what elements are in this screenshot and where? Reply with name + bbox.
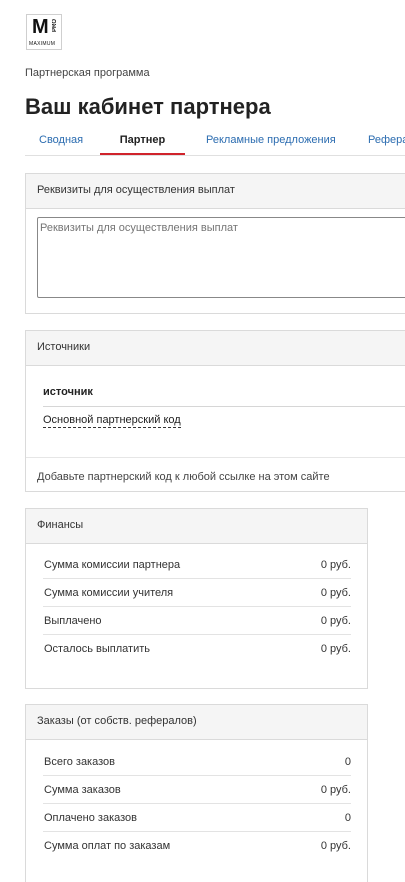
orders-panel-heading: Заказы (от собств. рефералов): [26, 705, 367, 740]
page-title: Ваш кабинет партнера: [25, 94, 271, 119]
orders-row: Всего заказов 0: [43, 748, 351, 776]
orders-row-value: 0: [344, 812, 351, 824]
orders-row-label: Оплачено заказов: [44, 812, 137, 824]
orders-row: Сумма заказов 0 руб.: [43, 776, 351, 804]
finance-row: Сумма комиссии учителя 0 руб.: [43, 579, 351, 607]
finance-row-label: Осталось выплатить: [44, 643, 150, 655]
breadcrumb[interactable]: Партнерская программа: [25, 67, 150, 79]
payout-panel: Реквизиты для осуществления выплат: [25, 173, 405, 314]
payout-panel-heading: Реквизиты для осуществления выплат: [26, 174, 405, 209]
logo-pro: PRO: [52, 19, 58, 33]
finance-row-value: 0 руб.: [320, 643, 351, 655]
maximum-pro-logo[interactable]: M PRO MAXIMUM: [26, 14, 62, 50]
tab-referrals[interactable]: Рефера: [368, 126, 405, 155]
tab-ad-offers[interactable]: Рекламные предложения: [206, 126, 336, 155]
finance-row-label: Выплачено: [44, 615, 102, 627]
sources-panel-heading: Источники: [26, 331, 405, 366]
finance-row-value: 0 руб.: [320, 587, 351, 599]
sources-column-header: источник: [43, 386, 93, 398]
finance-row-label: Сумма комиссии партнера: [44, 559, 181, 571]
orders-panel: Заказы (от собств. рефералов) Всего зака…: [25, 704, 368, 882]
orders-row: Сумма оплат по заказам 0 руб.: [43, 832, 351, 860]
orders-row-label: Сумма заказов: [44, 784, 121, 796]
orders-row: Оплачено заказов 0: [43, 804, 351, 832]
sources-panel: Источники источник Основной партнерский …: [25, 330, 405, 492]
payout-requisites-input[interactable]: [37, 217, 405, 298]
orders-row-label: Всего заказов: [44, 756, 115, 768]
orders-row-value: 0 руб.: [320, 840, 351, 852]
finance-panel-heading: Финансы: [26, 509, 367, 544]
orders-row-label: Сумма оплат по заказам: [44, 840, 171, 852]
finance-row: Выплачено 0 руб.: [43, 607, 351, 635]
tab-bar: Сводная Партнер Рекламные предложения Ре…: [25, 126, 405, 156]
finance-row-label: Сумма комиссии учителя: [44, 587, 174, 599]
sources-hint: Добавьте партнерский код к любой ссылке …: [37, 471, 330, 483]
finance-row-value: 0 руб.: [320, 559, 351, 571]
logo-letter: M: [32, 16, 49, 38]
finance-panel: Финансы Сумма комиссии партнера 0 руб. С…: [25, 508, 368, 689]
finance-row-value: 0 руб.: [320, 615, 351, 627]
sources-divider: [43, 406, 405, 407]
logo-subtitle: MAXIMUM: [29, 41, 56, 47]
sources-footer-divider: [26, 457, 405, 458]
main-partner-code-link[interactable]: Основной партнерский код: [43, 414, 181, 428]
finance-row: Осталось выплатить 0 руб.: [43, 635, 351, 663]
finance-row: Сумма комиссии партнера 0 руб.: [43, 551, 351, 579]
orders-row-value: 0 руб.: [320, 784, 351, 796]
tab-partner[interactable]: Партнер: [100, 126, 185, 155]
tab-summary[interactable]: Сводная: [39, 126, 83, 155]
orders-row-value: 0: [344, 756, 351, 768]
